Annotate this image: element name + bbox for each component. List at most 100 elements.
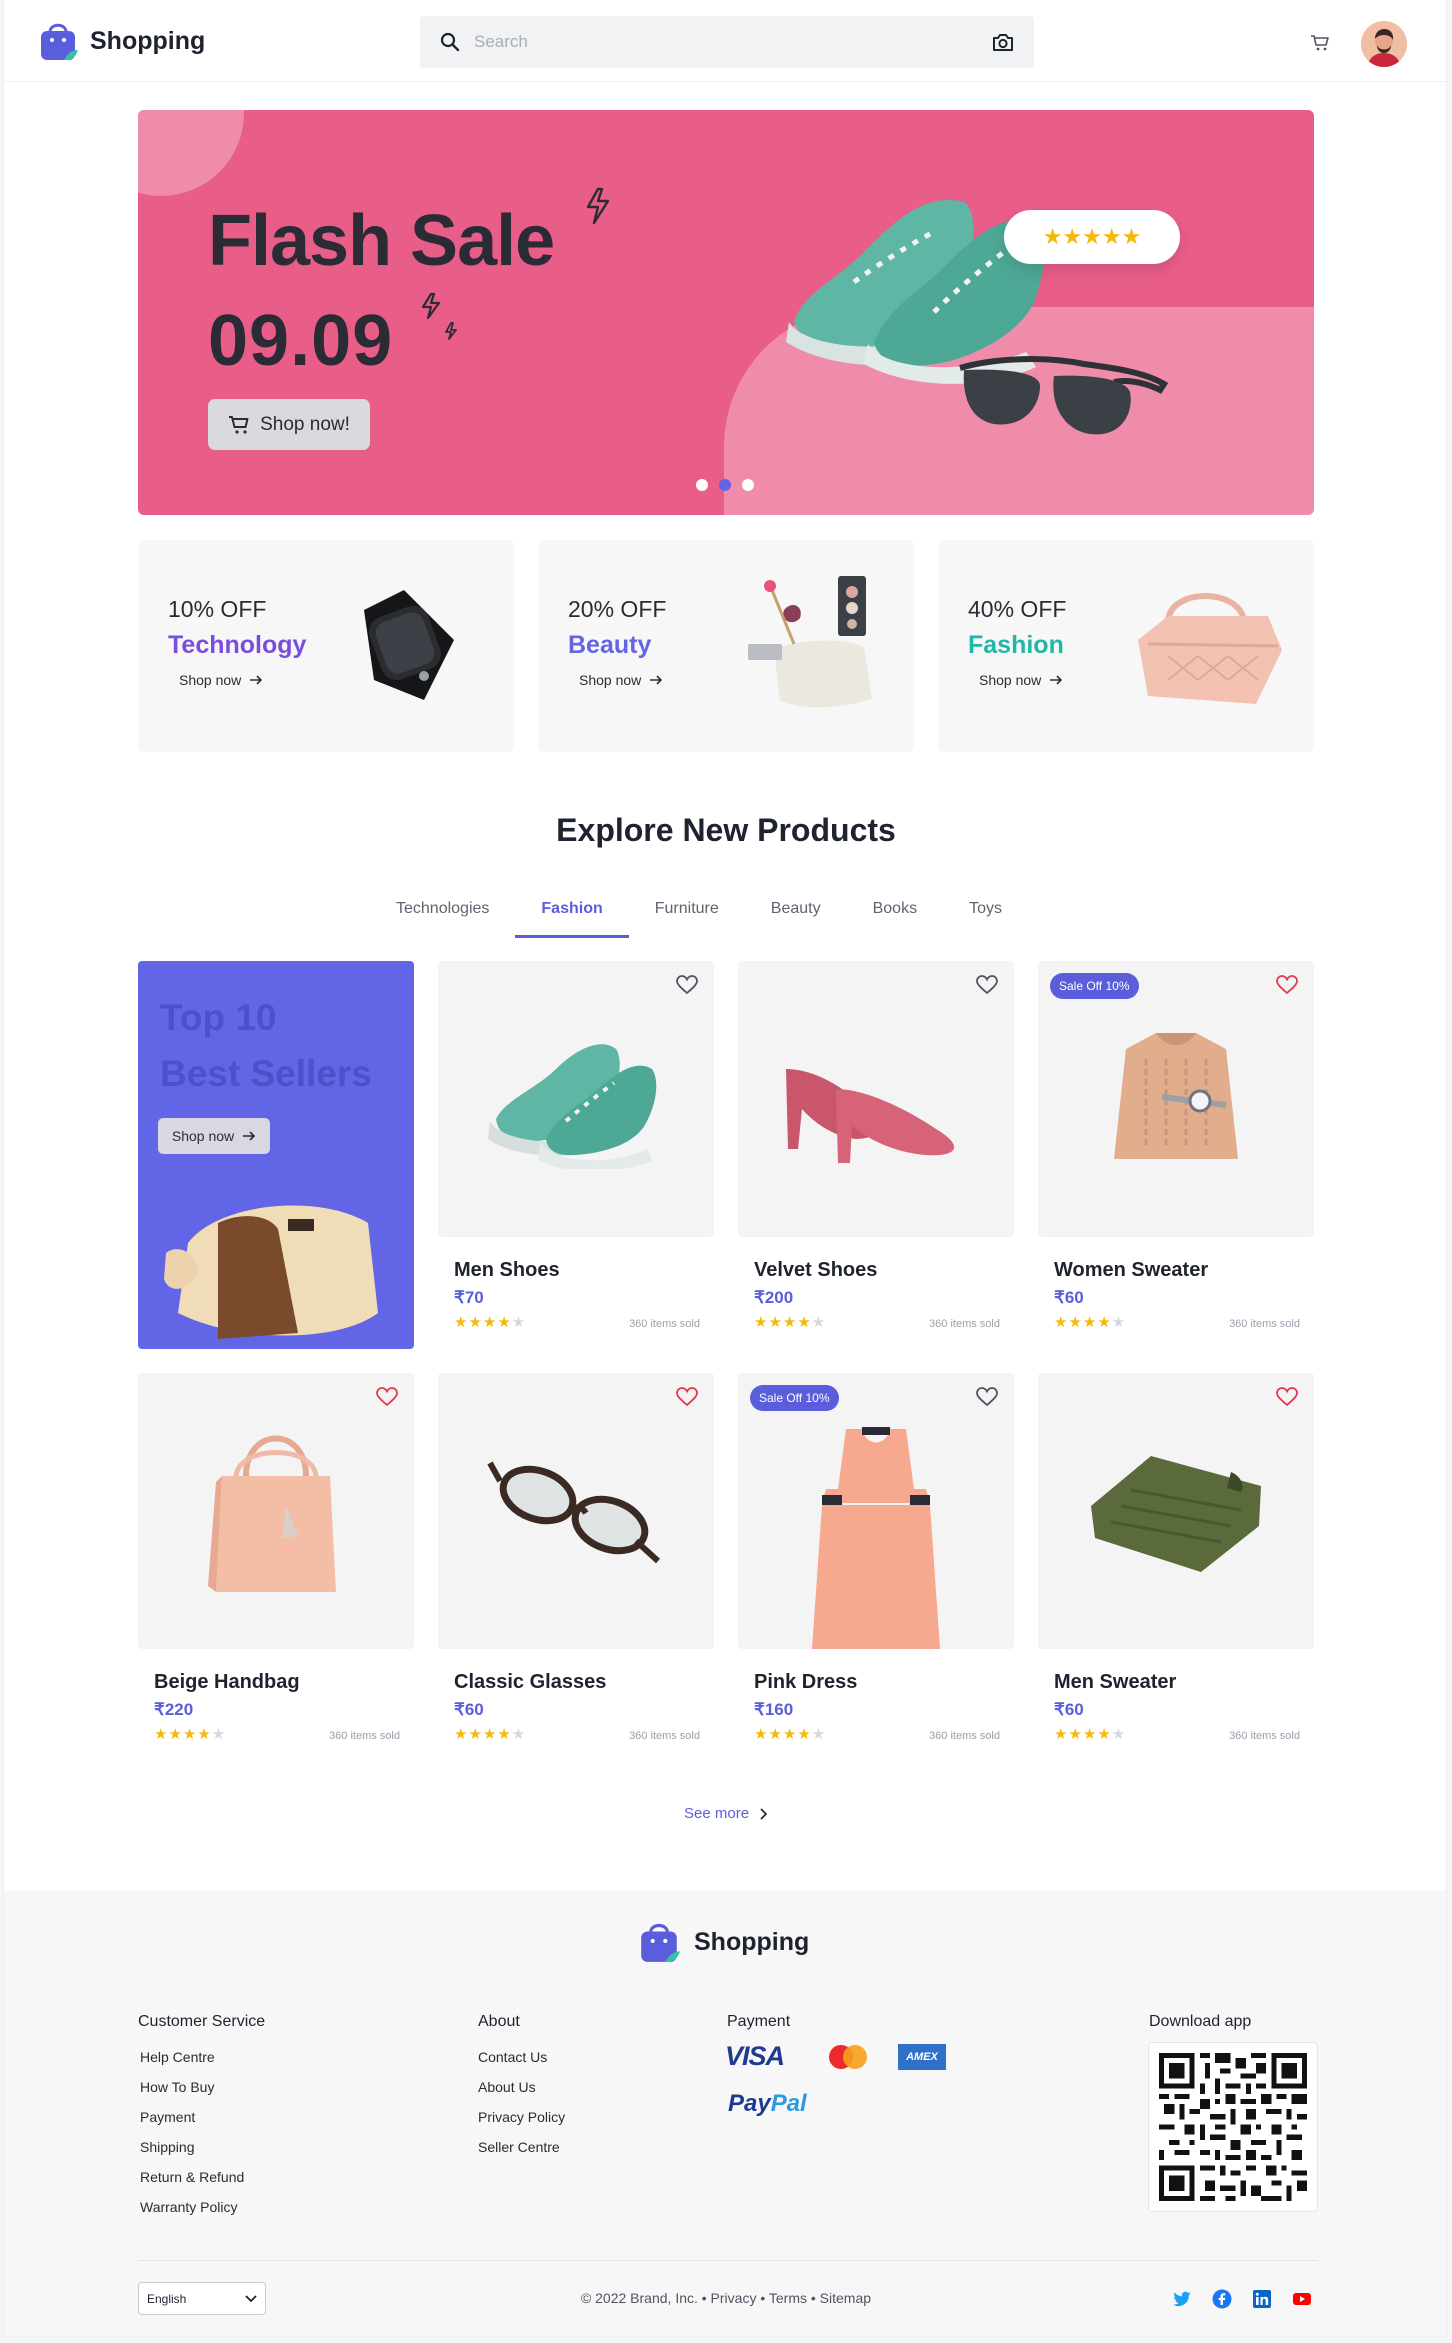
facebook-icon[interactable]: [1212, 2289, 1232, 2309]
sale-badge: Sale Off 10%: [1050, 973, 1139, 999]
product-card[interactable]: Classic Glasses ₹60 ★★★★★ 360 items sold: [438, 1373, 714, 1743]
promo-shop-now-link[interactable]: Shop now: [579, 672, 663, 688]
promo-discount: 40% OFF: [968, 596, 1067, 622]
product-sold-count: 360 items sold: [629, 1318, 700, 1330]
beige-handbag-image: [208, 1435, 336, 1592]
tab-technologies[interactable]: Technologies: [370, 890, 515, 938]
product-image-frame[interactable]: [438, 961, 714, 1237]
shopping-bag-logo-icon: [641, 1923, 680, 1963]
flash-sale-banner[interactable]: Flash Sale 09.09 Shop now! ★★★★★: [138, 110, 1314, 515]
carousel-dot-3[interactable]: [742, 479, 754, 491]
heart-icon[interactable]: [376, 1387, 398, 1407]
camera-icon[interactable]: [992, 32, 1014, 52]
product-sold-count: 360 items sold: [1229, 1318, 1300, 1330]
product-image-frame[interactable]: [138, 1373, 414, 1649]
amex-logo: AMEX: [898, 2044, 946, 2070]
product-name[interactable]: Velvet Shoes: [754, 1259, 877, 1282]
footer-link-seller-centre[interactable]: Seller Centre: [478, 2139, 560, 2155]
user-avatar[interactable]: [1361, 21, 1407, 67]
product-card[interactable]: Sale Off 10% Pink Dress ₹160 ★★★★★ 360 i…: [738, 1373, 1014, 1743]
lightning-icon: [586, 187, 610, 225]
footer-brand-logo[interactable]: Shopping: [638, 1920, 809, 1964]
search-input[interactable]: [474, 32, 992, 52]
footer-link-shipping[interactable]: Shipping: [140, 2139, 195, 2155]
heart-icon[interactable]: [1276, 1387, 1298, 1407]
heart-icon[interactable]: [1276, 975, 1298, 995]
product-rating: ★★★★★: [154, 1726, 227, 1743]
hero-shop-now-button[interactable]: Shop now!: [208, 399, 370, 450]
top-header: Shopping: [4, 0, 1446, 82]
footer-link-return-refund[interactable]: Return & Refund: [140, 2169, 244, 2185]
footer-link-warranty-policy[interactable]: Warranty Policy: [140, 2199, 238, 2215]
tab-beauty[interactable]: Beauty: [745, 890, 847, 938]
payment-heading: Payment: [727, 2013, 791, 2030]
product-card[interactable]: Sale Off 10% Women Sweater ₹60 ★★★★★ 360…: [1038, 961, 1314, 1331]
paypal-logo-part-2: Pal: [770, 2090, 807, 2117]
carousel-dot-1[interactable]: [696, 479, 708, 491]
footer-link-help-centre[interactable]: Help Centre: [140, 2049, 215, 2065]
carousel-dots: [696, 479, 754, 491]
product-name[interactable]: Classic Glasses: [454, 1671, 606, 1694]
promo-link-label: Shop now: [979, 672, 1042, 688]
product-price: ₹60: [454, 1700, 484, 1719]
product-card[interactable]: Velvet Shoes ₹200 ★★★★★ 360 items sold: [738, 961, 1014, 1331]
product-sold-count: 360 items sold: [629, 1730, 700, 1742]
youtube-icon[interactable]: [1292, 2289, 1312, 2309]
velvet-heels-image: [786, 1069, 955, 1163]
heart-icon[interactable]: [976, 1387, 998, 1407]
best-sellers-tile[interactable]: Top 10 Best Sellers Shop now: [138, 961, 414, 1349]
best-sellers-line-2: Best Sellers: [160, 1053, 372, 1094]
product-image-frame[interactable]: [438, 1373, 714, 1649]
tab-fashion[interactable]: Fashion: [515, 890, 629, 938]
product-image-frame[interactable]: [1038, 1373, 1314, 1649]
linkedin-icon[interactable]: [1252, 2289, 1272, 2309]
promo-link-label: Shop now: [579, 672, 642, 688]
footer-link-privacy-policy[interactable]: Privacy Policy: [478, 2109, 565, 2125]
footer-link-about-us[interactable]: About Us: [478, 2079, 536, 2095]
product-name[interactable]: Men Sweater: [1054, 1671, 1176, 1694]
makeup-kit-image: [748, 576, 872, 708]
tab-toys[interactable]: Toys: [943, 890, 1028, 938]
brand-logo[interactable]: Shopping: [38, 20, 205, 62]
product-image-frame[interactable]: [738, 961, 1014, 1237]
promo-card-beauty[interactable]: 20% OFF Beauty Shop now: [538, 540, 914, 752]
download-qr-code[interactable]: [1148, 2042, 1318, 2212]
product-card[interactable]: Beige Handbag ₹220 ★★★★★ 360 items sold: [138, 1373, 414, 1743]
chevron-right-icon: [760, 1807, 768, 1820]
promo-shop-now-link[interactable]: Shop now: [179, 672, 263, 688]
heart-icon[interactable]: [676, 1387, 698, 1407]
product-name[interactable]: Beige Handbag: [154, 1671, 300, 1694]
footer-link-how-to-buy[interactable]: How To Buy: [140, 2079, 214, 2095]
product-name[interactable]: Women Sweater: [1054, 1259, 1208, 1282]
best-sellers-shop-now-button[interactable]: Shop now: [158, 1118, 270, 1154]
hero-date: 09.09: [208, 301, 394, 381]
search-bar[interactable]: [420, 16, 1034, 68]
product-image-frame[interactable]: Sale Off 10%: [738, 1373, 1014, 1649]
heart-icon[interactable]: [676, 975, 698, 995]
tab-furniture[interactable]: Furniture: [629, 890, 745, 938]
product-image-frame[interactable]: Sale Off 10%: [1038, 961, 1314, 1237]
promo-card-fashion[interactable]: 40% OFF Fashion Shop now: [938, 540, 1314, 752]
footer-link-contact-us[interactable]: Contact Us: [478, 2049, 547, 2065]
arrow-right-icon: [250, 675, 263, 685]
promo-card-technology[interactable]: 10% OFF Technology Shop now: [138, 540, 514, 752]
see-more-link[interactable]: See more: [684, 1805, 768, 1822]
tab-books[interactable]: Books: [847, 890, 943, 938]
product-rating: ★★★★★: [1054, 1314, 1127, 1331]
promo-shop-now-link[interactable]: Shop now: [979, 672, 1063, 688]
twitter-icon[interactable]: [1172, 2289, 1192, 2309]
heart-icon[interactable]: [976, 975, 998, 995]
product-sold-count: 360 items sold: [929, 1730, 1000, 1742]
section-title: Explore New Products: [556, 812, 896, 848]
promo-category: Technology: [168, 631, 307, 659]
product-name[interactable]: Pink Dress: [754, 1671, 857, 1694]
product-card[interactable]: Men Shoes ₹70 ★★★★★ 360 items sold: [438, 961, 714, 1331]
arrow-right-icon: [650, 675, 663, 685]
footer-link-payment[interactable]: Payment: [140, 2109, 195, 2125]
carousel-dot-2[interactable]: [719, 479, 731, 491]
promo-discount: 20% OFF: [568, 596, 667, 622]
product-name[interactable]: Men Shoes: [454, 1259, 560, 1282]
cart-icon[interactable]: [1310, 34, 1330, 52]
hero-shop-now-label: Shop now!: [260, 413, 350, 435]
product-card[interactable]: Men Sweater ₹60 ★★★★★ 360 items sold: [1038, 1373, 1314, 1743]
